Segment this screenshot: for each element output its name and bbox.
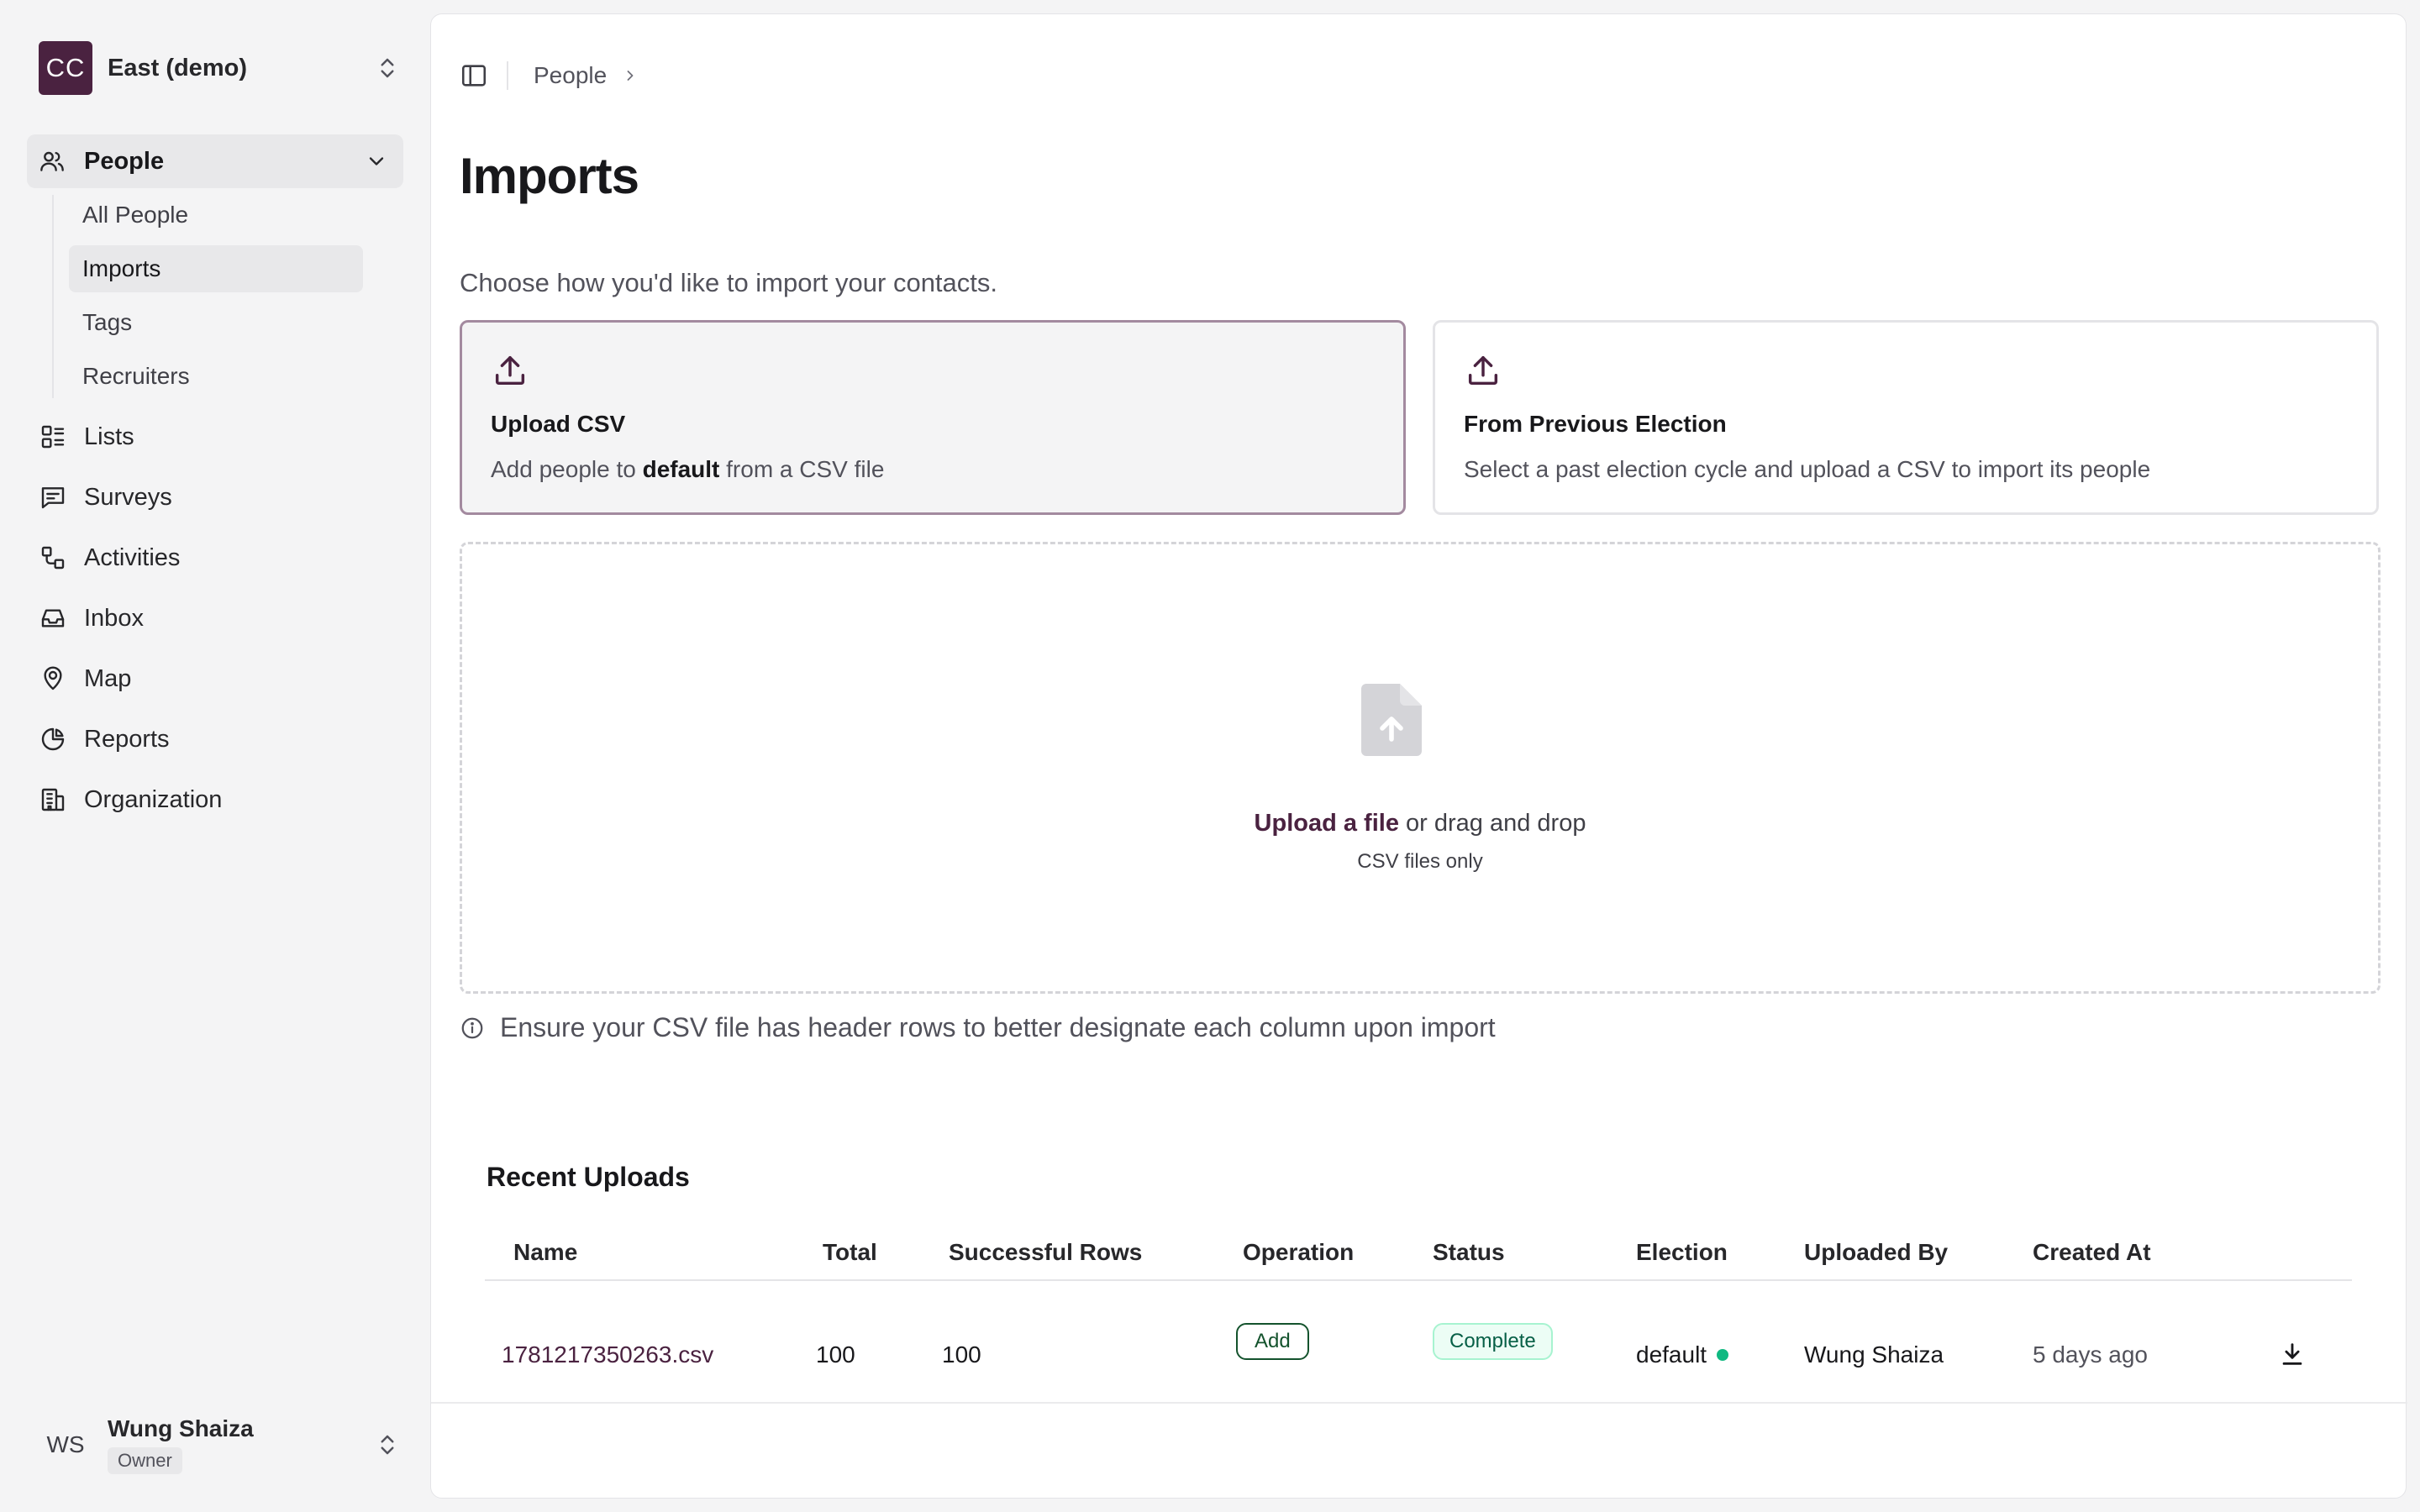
column-header-created-at: Created At [2033, 1239, 2151, 1265]
column-header-uploaded-by: Uploaded By [1804, 1239, 1949, 1265]
sidebar-item-label: Inbox [84, 604, 144, 632]
card-title: From Previous Election [1464, 411, 1727, 437]
sidebar-item-label: Lists [84, 423, 134, 450]
sidebar-subitem-tags[interactable]: Tags [69, 299, 363, 346]
main-panel: People Imports Choose how you'd like to … [430, 13, 2407, 1499]
table-header-divider [485, 1279, 2352, 1281]
chevron-up-down-icon [381, 1435, 394, 1455]
dropzone-hint: CSV files only [1357, 850, 1483, 873]
sidebar-item-label: Surveys [84, 483, 172, 511]
operation-badge: Add [1236, 1323, 1309, 1360]
content-bottom-border [431, 1402, 2407, 1404]
user-info: Wung Shaiza Owner [108, 1415, 375, 1474]
sidebar-subitem-imports[interactable]: Imports [69, 245, 363, 292]
card-desc-prefix: Add people to [491, 456, 643, 482]
upload-icon [1468, 355, 1498, 386]
sidebar-item-people[interactable]: People [27, 134, 403, 188]
recent-uploads-title: Recent Uploads [487, 1162, 690, 1192]
sidebar-item-label: Organization [84, 785, 223, 813]
user-role-badge: Owner [108, 1447, 182, 1474]
upload-csv-card[interactable]: Upload CSV Add people to default from a … [460, 320, 1406, 515]
note-text: Ensure your CSV file has header rows to … [500, 1012, 1496, 1042]
divider [507, 61, 508, 90]
topbar: People [460, 55, 639, 97]
dropzone-drag-text: or drag and drop [1398, 810, 1586, 837]
column-header-operation: Operation [1243, 1239, 1355, 1265]
sidebar-item-label: People [84, 147, 165, 175]
column-header-election: Election [1636, 1239, 1728, 1265]
cell-uploaded-by: Wung Shaiza [1804, 1341, 1944, 1368]
chevron-right-icon [627, 71, 634, 81]
sidebar-item-map[interactable]: Map [39, 658, 131, 700]
upload-file-link[interactable]: Upload a file [1255, 810, 1399, 837]
column-header-total: Total [823, 1239, 877, 1265]
column-header-successful-rows: Successful Rows [949, 1239, 1143, 1265]
election-name: default [1636, 1341, 1707, 1368]
list-icon [39, 423, 67, 451]
user-avatar: WS [46, 1431, 85, 1457]
sidebar-item-surveys[interactable]: Surveys [39, 476, 172, 518]
user-name: Wung Shaiza [108, 1415, 254, 1441]
previous-election-card[interactable]: From Previous Election Select a past ele… [1433, 320, 2379, 515]
workflow-icon [39, 543, 67, 572]
card-desc-suffix: from a CSV file [719, 456, 885, 482]
card-description: Select a past election cycle and upload … [1464, 456, 2151, 482]
info-icon [461, 1017, 483, 1038]
message-square-icon [39, 483, 67, 512]
sidebar-item-activities[interactable]: Activities [39, 537, 180, 579]
column-header-status: Status [1433, 1239, 1505, 1265]
sidebar-item-lists[interactable]: Lists [39, 416, 134, 458]
card-title: Upload CSV [491, 411, 626, 437]
upload-icon [495, 355, 525, 386]
active-dot [1717, 1349, 1729, 1361]
file-upload-icon [1361, 684, 1422, 756]
inbox-icon [39, 604, 67, 633]
cell-election: default [1636, 1341, 1729, 1368]
page-title: Imports [460, 148, 639, 204]
sidebar-item-reports[interactable]: Reports [39, 718, 170, 760]
org-name: East (demo) [108, 54, 247, 81]
download-icon[interactable] [2278, 1340, 2307, 1368]
card-desc-bold: default [642, 456, 720, 482]
org-avatar: CC [39, 41, 92, 95]
cell-successful-rows: 100 [942, 1341, 981, 1368]
org-switcher[interactable]: CC East (demo) [39, 41, 400, 95]
map-pin-user-icon [39, 664, 67, 693]
sidebar: CC East (demo) People All People Imports… [0, 0, 429, 1512]
upload-file-name-link[interactable]: 1781217350263.csv [502, 1341, 713, 1368]
sidebar-toggle-icon[interactable] [460, 61, 488, 90]
sidebar-subitem-all-people[interactable]: All People [69, 192, 363, 239]
page-subtitle: Choose how you'd like to import your con… [460, 268, 998, 297]
status-badge: Complete [1433, 1323, 1553, 1360]
csv-note: Ensure your CSV file has header rows to … [460, 1012, 1496, 1043]
file-dropzone[interactable]: Upload a file or drag and drop CSV files… [460, 542, 2381, 994]
building-icon [39, 785, 67, 814]
cell-total: 100 [816, 1341, 855, 1368]
sidebar-item-label: Map [84, 664, 132, 692]
card-description: Add people to default from a CSV file [491, 456, 1375, 483]
chevron-up-down-icon [381, 58, 394, 78]
dropzone-text: Upload a file or drag and drop [462, 810, 2378, 837]
sidebar-item-label: Reports [84, 725, 170, 753]
column-header-name: Name [513, 1239, 578, 1265]
user-menu[interactable]: WS Wung Shaiza Owner [39, 1413, 400, 1477]
cell-created-at: 5 days ago [2033, 1341, 2148, 1368]
subnav-line [52, 195, 55, 398]
breadcrumb-people[interactable]: People [534, 62, 607, 89]
sidebar-item-label: Activities [84, 543, 181, 571]
users-icon [39, 147, 67, 176]
pie-chart-icon [39, 725, 67, 753]
sidebar-item-organization[interactable]: Organization [39, 779, 222, 821]
sidebar-item-inbox[interactable]: Inbox [39, 597, 144, 639]
sidebar-subitem-recruiters[interactable]: Recruiters [69, 353, 363, 400]
chevron-down-icon [369, 157, 384, 165]
